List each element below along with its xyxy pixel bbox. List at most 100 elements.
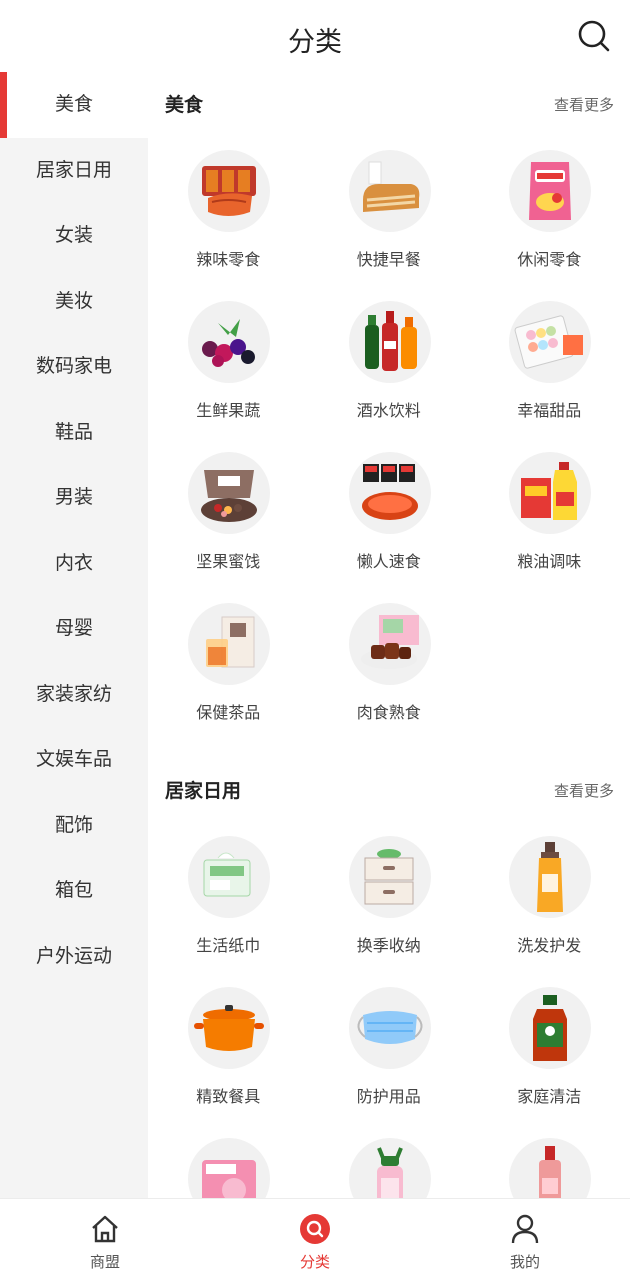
oil-rice-icon: [509, 452, 591, 534]
chips-bag-icon: [509, 150, 591, 232]
user-icon: [509, 1213, 541, 1245]
sidebar-item-shoes[interactable]: 鞋品: [0, 400, 148, 466]
sidebar-item-bags[interactable]: 箱包: [0, 858, 148, 924]
sidebar-item-label: 鞋品: [54, 420, 93, 443]
sidebar-item-label: 美食: [54, 93, 93, 115]
top-bar: 分类: [0, 0, 630, 72]
subcategory-item[interactable]: 洗发护发: [469, 822, 630, 973]
spicy-snack-icon: [188, 150, 270, 232]
sidebar-item-label: 数码家电: [35, 355, 112, 377]
subcategory-item[interactable]: 辣味零食: [148, 136, 309, 287]
subcategory-grid: 生活纸巾 换季收纳 洗发护发 精致餐具 防护用品 家庭清洁: [148, 822, 630, 1198]
sidebar-item-accessories[interactable]: 配饰: [0, 793, 148, 859]
tab-label: 商盟: [89, 1253, 120, 1271]
sidebar-item-home-textile[interactable]: 家装家纺: [0, 662, 148, 728]
see-more-link[interactable]: 查看更多: [554, 94, 614, 115]
subcategory-item[interactable]: 精致餐具: [148, 973, 309, 1124]
tab-label: 分类: [299, 1253, 330, 1271]
subcategory-grid: 辣味零食 快捷早餐 休闲零食 生鲜果蔬 酒水饮料 幸福甜品 坚果蜜饯 懒人速食 …: [148, 136, 630, 740]
search-icon[interactable]: [576, 18, 612, 54]
page-title: 分类: [288, 27, 342, 58]
cooking-pot-icon: [188, 987, 270, 1069]
subcategory-label: 辣味零食: [196, 250, 261, 269]
nuts-box-icon: [188, 452, 270, 534]
kids-bottle-icon: [348, 1138, 431, 1198]
sidebar-item-label: 家装家纺: [35, 682, 112, 705]
subcategory-label: 防护用品: [356, 1087, 421, 1106]
subcategory-item[interactable]: 懒人速食: [309, 438, 470, 589]
subcategory-item[interactable]: 粮油调味: [469, 438, 630, 589]
subcategory-label: 坚果蜜饯: [196, 552, 261, 571]
subcategory-item[interactable]: 休闲零食: [469, 136, 630, 287]
subcategory-label: 生活纸巾: [196, 936, 261, 955]
sidebar-item-entertainment-car[interactable]: 文娱车品: [0, 727, 148, 793]
tab-profile[interactable]: 我的: [420, 1199, 630, 1280]
subcategory-label: 粮油调味: [517, 552, 582, 571]
instant-noodle-icon: [348, 452, 431, 534]
sidebar-item-label: 居家日用: [35, 158, 112, 181]
tab-category[interactable]: 分类: [210, 1199, 420, 1280]
subcategory-item[interactable]: 换季收纳: [309, 822, 470, 973]
bottom-tab-bar: 商盟 分类 我的: [0, 1198, 630, 1280]
subcategory-label: 懒人速食: [356, 552, 421, 571]
category-search-icon: [299, 1213, 331, 1245]
category-sidebar: 美食 居家日用 女装 美妆 数码家电 鞋品 男装 内衣 母婴 家装家纺 文娱车品…: [0, 72, 148, 1198]
section-home-daily: 居家日用 查看更多 生活纸巾 换季收纳 洗发护发 精致餐具 防护用品 家庭清洁: [148, 758, 630, 1198]
subcategory-item[interactable]: 幸福甜品: [469, 287, 630, 438]
sidebar-item-label: 男装: [54, 486, 93, 508]
tea-box-icon: [188, 603, 270, 685]
subcategory-item[interactable]: 家庭清洁: [469, 973, 630, 1124]
tab-home[interactable]: 商盟: [0, 1199, 210, 1280]
subcategory-item[interactable]: 肉食熟食: [309, 589, 470, 740]
sidebar-item-womens-clothing[interactable]: 女装: [0, 203, 148, 269]
sidebar-item-label: 美妆: [54, 289, 93, 312]
subcategory-label: 幸福甜品: [517, 401, 582, 420]
subcategory-label: 保健茶品: [196, 703, 261, 722]
subcategory-item[interactable]: 防护用品: [309, 973, 470, 1124]
home-icon: [89, 1213, 121, 1245]
subcategory-item[interactable]: [148, 1124, 309, 1198]
sidebar-item-beauty[interactable]: 美妆: [0, 269, 148, 335]
subcategory-item[interactable]: 酒水饮料: [309, 287, 470, 438]
sidebar-item-outdoor[interactable]: 户外运动: [0, 924, 148, 990]
subcategory-label: 生鲜果蔬: [196, 401, 261, 420]
subcategory-item[interactable]: [309, 1124, 470, 1198]
sidebar-item-baby[interactable]: 母婴: [0, 596, 148, 662]
section-header: 居家日用 查看更多: [148, 758, 630, 822]
perfume-bottle-icon: [509, 1138, 591, 1198]
subcategory-item[interactable]: 生鲜果蔬: [148, 287, 309, 438]
subcategory-label: 酒水饮料: [356, 401, 421, 420]
subcategory-label: 换季收纳: [356, 936, 421, 955]
subcategory-item[interactable]: 快捷早餐: [309, 136, 470, 287]
sanitary-pad-icon: [188, 1138, 270, 1198]
tab-label: 我的: [509, 1253, 540, 1271]
sidebar-item-food[interactable]: 美食: [0, 72, 148, 138]
sidebar-item-underwear[interactable]: 内衣: [0, 531, 148, 597]
sidebar-item-label: 母婴: [54, 617, 93, 639]
face-mask-icon: [348, 987, 431, 1069]
macaron-box-icon: [509, 301, 591, 383]
berries-icon: [188, 301, 270, 383]
sidebar-item-digital[interactable]: 数码家电: [0, 334, 148, 400]
sidebar-item-home-daily[interactable]: 居家日用: [0, 138, 148, 204]
subcategory-item[interactable]: 保健茶品: [148, 589, 309, 740]
soda-bottles-icon: [348, 301, 431, 383]
see-more-link[interactable]: 查看更多: [554, 780, 614, 801]
subcategory-label: 肉食熟食: [356, 703, 421, 722]
section-title: 美食: [165, 94, 204, 116]
subcategory-item[interactable]: 生活纸巾: [148, 822, 309, 973]
bread-icon: [348, 150, 431, 232]
section-header: 美食 查看更多: [148, 72, 630, 136]
subcategory-label: 洗发护发: [517, 936, 582, 955]
tissue-pack-icon: [188, 836, 270, 918]
subcategory-item[interactable]: [469, 1124, 630, 1198]
sidebar-item-mens-clothing[interactable]: 男装: [0, 465, 148, 531]
subcategory-label: 快捷早餐: [356, 250, 421, 269]
storage-drawer-icon: [348, 836, 431, 918]
section-title: 居家日用: [165, 780, 242, 802]
subcategory-item[interactable]: 坚果蜜饯: [148, 438, 309, 589]
sidebar-item-label: 女装: [54, 224, 93, 246]
sidebar-item-label: 箱包: [54, 879, 93, 901]
cooked-meat-icon: [348, 603, 431, 685]
section-food: 美食 查看更多 辣味零食 快捷早餐 休闲零食 生鲜果蔬 酒水饮料 幸福甜品 坚果…: [148, 72, 630, 740]
